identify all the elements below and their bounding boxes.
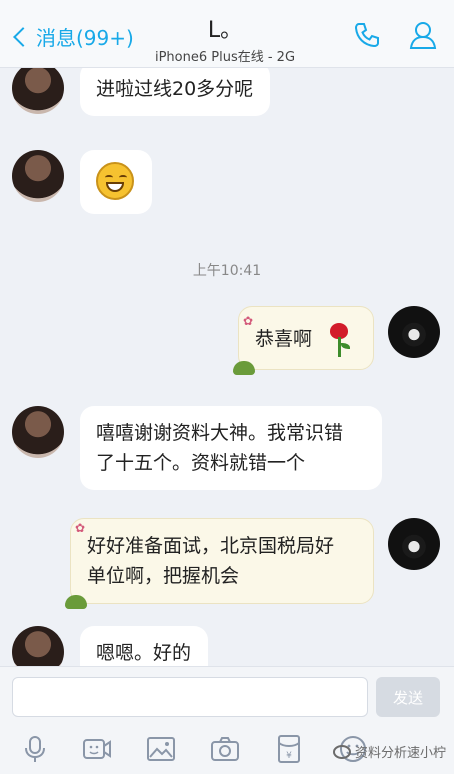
- send-button[interactable]: 发送: [376, 677, 440, 717]
- svg-text:¥: ¥: [286, 751, 292, 761]
- message-text: 进啦过线20多分呢: [96, 78, 254, 100]
- message-list[interactable]: 进啦过线20多分呢 上午10:41 ✿ 恭喜啊 嘻嘻谢谢资料大神。我常识错 了十…: [0, 68, 454, 666]
- watermark: 资料分析速小柠: [332, 742, 446, 761]
- timestamp: 上午10:41: [192, 263, 262, 279]
- avatar[interactable]: [388, 306, 440, 358]
- online-status: iPhone6 Plus在线 - 2G: [154, 50, 296, 65]
- avatar[interactable]: [388, 518, 440, 570]
- flower-sticker-icon: ✿: [243, 314, 254, 328]
- message-input[interactable]: [12, 677, 368, 717]
- message-bubble[interactable]: ✿ 恭喜啊: [233, 306, 374, 375]
- grinning-face-emoji: [96, 162, 134, 200]
- profile-icon[interactable]: [406, 18, 440, 52]
- back-button[interactable]: 消息(99+): [10, 22, 134, 51]
- chat-title-block: L。 iPhone6 Plus在线 - 2G: [120, 12, 330, 65]
- avatar[interactable]: [12, 626, 64, 666]
- message-bubble[interactable]: 进啦过线20多分呢: [80, 68, 270, 116]
- message-text-line: 单位啊，把握机会: [87, 565, 240, 587]
- avatar[interactable]: [12, 68, 64, 114]
- phone-icon[interactable]: [350, 18, 384, 52]
- rose-emoji: [328, 322, 351, 357]
- chevron-left-icon: [13, 26, 33, 47]
- flower-sticker-icon: ✿: [75, 521, 86, 535]
- input-toolbar: ¥ 资料分析速小柠: [0, 724, 454, 774]
- microphone-icon[interactable]: [20, 734, 50, 764]
- wechat-icon: [332, 744, 351, 759]
- message-bubble[interactable]: [80, 150, 152, 214]
- avatar[interactable]: [12, 406, 64, 458]
- chat-header: 消息(99+) L。 iPhone6 Plus在线 - 2G: [0, 0, 454, 68]
- mushroom-sticker-icon: [65, 595, 87, 609]
- image-icon[interactable]: [146, 734, 176, 764]
- mushroom-sticker-icon: [233, 361, 255, 375]
- message-text: 恭喜啊: [255, 328, 313, 350]
- message-input-bar: 发送: [0, 666, 454, 724]
- message-text-line: 了十五个。资料就错一个: [96, 452, 306, 474]
- avatar[interactable]: [12, 150, 64, 202]
- message-text-line: 嘻嘻谢谢资料大神。我常识错: [96, 422, 344, 444]
- watermark-text: 资料分析速小柠: [354, 746, 446, 761]
- message-bubble[interactable]: ✿ 好好准备面试，北京国税局好 单位啊，把握机会: [65, 518, 374, 609]
- camera-icon[interactable]: [210, 734, 240, 764]
- video-emoji-icon[interactable]: [82, 734, 112, 764]
- message-text: 嗯嗯。好的: [96, 642, 192, 664]
- red-packet-icon[interactable]: ¥: [274, 734, 304, 764]
- message-bubble[interactable]: 嘻嘻谢谢资料大神。我常识错 了十五个。资料就错一个: [80, 406, 382, 490]
- contact-name: L。: [207, 18, 243, 43]
- message-bubble[interactable]: 嗯嗯。好的: [80, 626, 208, 666]
- message-text-line: 好好准备面试，北京国税局好: [87, 535, 335, 557]
